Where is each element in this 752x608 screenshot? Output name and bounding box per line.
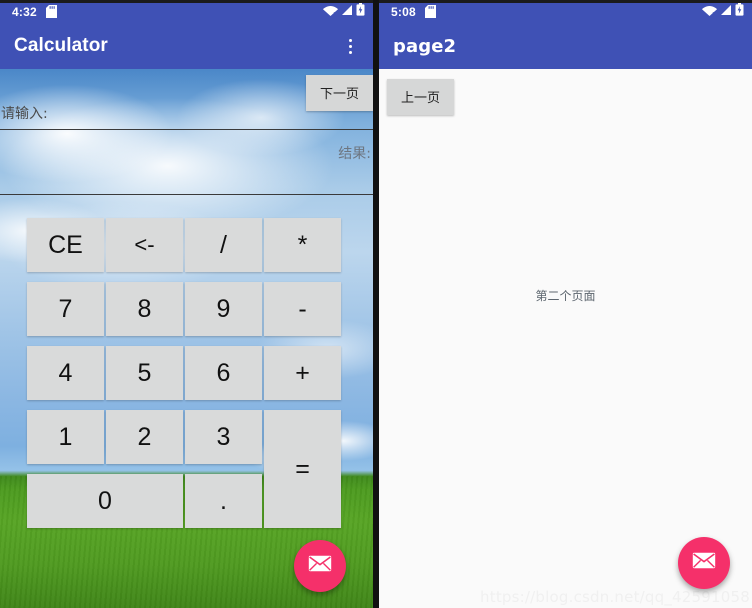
key-4[interactable]: 4 (27, 346, 104, 400)
key-minus[interactable]: - (264, 282, 341, 336)
key-6[interactable]: 6 (185, 346, 262, 400)
sd-card-icon (424, 5, 436, 18)
email-fab-button[interactable] (294, 540, 346, 592)
key-plus[interactable]: + (264, 346, 341, 400)
envelope-icon (692, 552, 716, 574)
key-backspace[interactable]: <- (106, 218, 183, 272)
battery-icon (356, 2, 365, 21)
status-bar: 4:32 x (0, 0, 373, 23)
key-multiply[interactable]: * (264, 218, 341, 272)
key-7[interactable]: 7 (27, 282, 104, 336)
result-field-group: 结果: (0, 143, 373, 195)
app-bar-page2: page2 (379, 23, 752, 69)
key-2[interactable]: 2 (106, 410, 183, 464)
status-right-icons: x (323, 2, 365, 21)
dual-phone-screenshot: 4:32 x Calculator 下一页 请输入: 结果: CE <- / *… (0, 0, 752, 608)
signal-icon (720, 3, 732, 21)
envelope-icon (308, 555, 332, 577)
key-8[interactable]: 8 (106, 282, 183, 336)
key-divide[interactable]: / (185, 218, 262, 272)
key-ce[interactable]: CE (27, 218, 104, 272)
phone-screen-calculator: 4:32 x Calculator 下一页 请输入: 结果: CE <- / *… (0, 0, 376, 608)
watermark-text: https://blog.csdn.net/qq_42591058 (480, 588, 750, 606)
key-1[interactable]: 1 (27, 410, 104, 464)
app-title: Calculator (14, 35, 108, 56)
wifi-off-icon: x (702, 3, 717, 21)
key-0[interactable]: 0 (27, 474, 183, 528)
svg-text:x: x (712, 10, 716, 16)
result-label: 结果: (338, 146, 371, 162)
svg-text:x: x (333, 10, 337, 16)
page2-center-text: 第二个页面 (535, 289, 596, 303)
input-underline[interactable] (0, 129, 373, 130)
wifi-off-icon: x (323, 3, 338, 21)
status-right-icons-page2: x (702, 2, 744, 21)
page2-body: 上一页 第二个页面 https://blog.csdn.net/qq_42591… (379, 69, 752, 608)
calculator-keypad: CE <- / * 7 8 9 - 4 5 6 + 1 2 3 = 0 . (27, 218, 364, 528)
key-decimal[interactable]: . (185, 474, 262, 528)
key-5[interactable]: 5 (106, 346, 183, 400)
key-9[interactable]: 9 (185, 282, 262, 336)
status-time-page2: 5:08 (391, 4, 416, 19)
app-bar: Calculator (0, 23, 373, 69)
calculator-body: 下一页 请输入: 结果: CE <- / * 7 8 9 - 4 5 6 + 1… (0, 69, 373, 608)
key-3[interactable]: 3 (185, 410, 262, 464)
status-time: 4:32 (12, 4, 37, 19)
prev-page-button[interactable]: 上一页 (387, 79, 455, 115)
signal-icon (341, 3, 353, 21)
sd-card-icon (45, 5, 57, 18)
battery-icon (735, 2, 744, 21)
input-label: 请输入: (1, 106, 48, 122)
input-field-group: 请输入: (0, 103, 373, 130)
phone-screen-page2: 5:08 x page2 上一页 第二个页面 https://blog.csdn… (376, 0, 752, 608)
app-title-page2: page2 (393, 35, 457, 57)
key-equals[interactable]: = (264, 410, 341, 528)
more-vertical-icon[interactable] (333, 27, 367, 65)
result-underline (0, 194, 373, 195)
email-fab-button-page2[interactable] (678, 537, 730, 589)
status-bar-page2: 5:08 x (379, 0, 752, 23)
